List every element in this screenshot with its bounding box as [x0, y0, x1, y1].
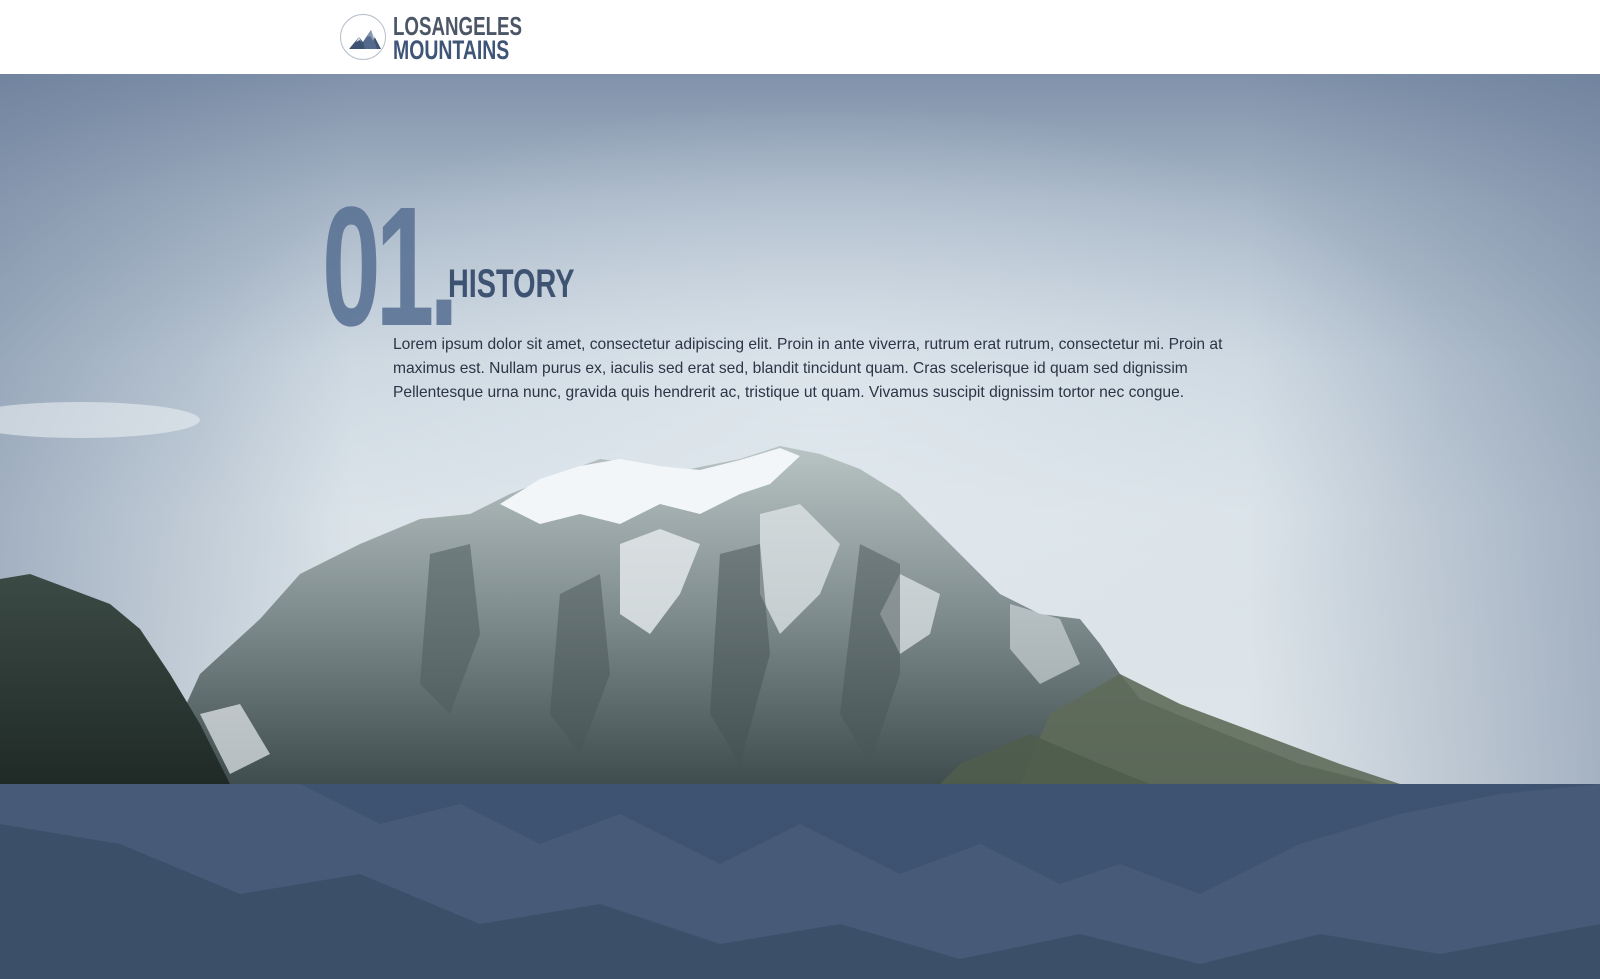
bottom-overlay-band: [0, 784, 1600, 979]
logo-line-2: MOUNTAINS: [393, 34, 510, 65]
site-header: LOSANGELES MOUNTAINS: [0, 0, 1600, 74]
mountain-logo-icon: [340, 14, 386, 60]
section-body-text: Lorem ipsum dolor sit amet, consectetur …: [393, 336, 1223, 401]
mountain-reflection: [0, 784, 1600, 979]
section-number: 01.: [322, 172, 459, 362]
site-logo[interactable]: LOSANGELES MOUNTAINS: [340, 10, 572, 65]
logo-line-1: LOSANGELES: [393, 10, 522, 41]
hero-image: 01. HISTORY Lorem ipsum dolor sit amet, …: [0, 74, 1600, 784]
logo-wordmark: LOSANGELES MOUNTAINS: [393, 10, 572, 65]
mountain-illustration: [0, 402, 1400, 784]
section-title: HISTORY: [448, 262, 575, 306]
